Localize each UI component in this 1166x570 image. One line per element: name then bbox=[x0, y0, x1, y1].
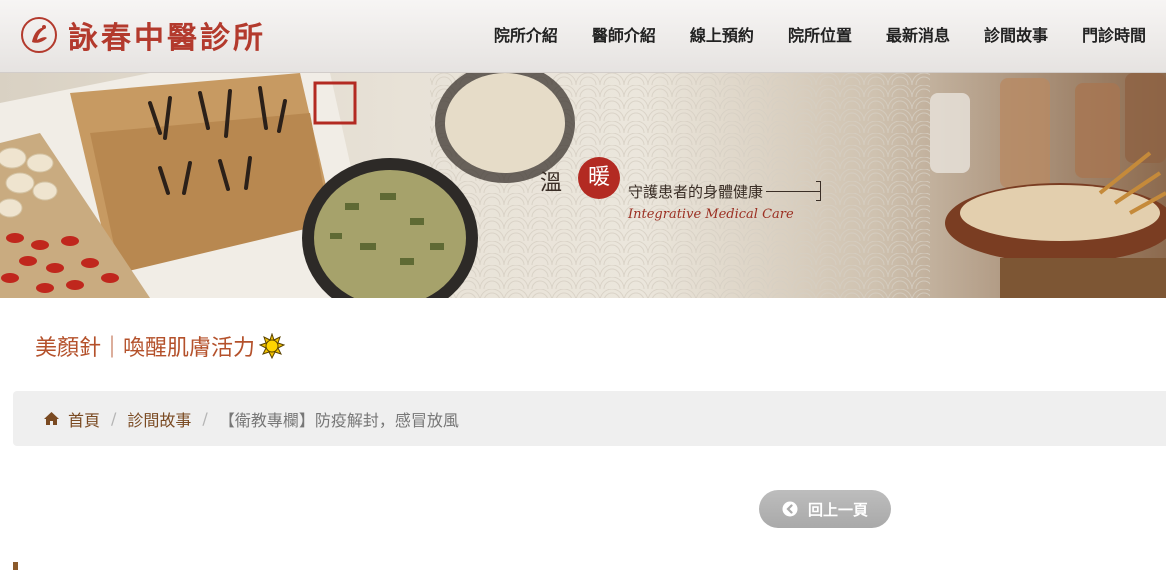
breadcrumb-separator: / bbox=[202, 409, 208, 428]
breadcrumb-home[interactable]: 首頁 bbox=[68, 407, 100, 431]
page-title-text: 美顏針｜喚醒肌膚活力 bbox=[35, 336, 256, 361]
breadcrumb-separator: / bbox=[111, 409, 117, 428]
slogan-bracket bbox=[816, 181, 821, 201]
content-accent-bar bbox=[13, 562, 18, 570]
breadcrumb-section[interactable]: 診間故事 bbox=[127, 407, 191, 431]
slogan-subtitle: 守護患者的身體健康 bbox=[628, 183, 764, 201]
nav-doctors[interactable]: 醫師介紹 bbox=[575, 22, 673, 46]
home-icon bbox=[44, 412, 59, 425]
chevron-left-circle-icon bbox=[782, 501, 798, 517]
nav-hours[interactable]: 門診時間 bbox=[1065, 22, 1166, 46]
site-logo[interactable]: 詠春中醫診所 bbox=[20, 12, 266, 58]
nav-location[interactable]: 院所位置 bbox=[771, 22, 869, 46]
slogan-main: 溫 bbox=[540, 171, 563, 196]
nav-about[interactable]: 院所介紹 bbox=[477, 22, 575, 46]
nav-booking[interactable]: 線上預約 bbox=[673, 22, 771, 46]
logo-emblem-icon bbox=[21, 17, 57, 53]
sun-emoji-icon bbox=[259, 333, 286, 359]
logo-text: 詠春中醫診所 bbox=[68, 21, 266, 56]
nav-stories[interactable]: 診間故事 bbox=[967, 22, 1065, 46]
nav-news[interactable]: 最新消息 bbox=[869, 22, 967, 46]
main-nav: 院所介紹 醫師介紹 線上預約 院所位置 最新消息 診間故事 門診時間 bbox=[477, 0, 1166, 68]
back-button[interactable]: 回上一頁 bbox=[759, 490, 891, 528]
breadcrumb: 首頁 / 診間故事 / 【衛教專欄】防疫解封，感冒放風 bbox=[13, 391, 1166, 446]
slogan-seal: 暖 bbox=[578, 157, 620, 199]
site-header: 詠春中醫診所 院所介紹 醫師介紹 線上預約 院所位置 最新消息 診間故事 門診時… bbox=[0, 0, 1166, 73]
breadcrumb-current: 【衛教專欄】防疫解封，感冒放風 bbox=[218, 410, 459, 430]
slogan-divider bbox=[766, 191, 821, 192]
slogan-english: Integrative Medical Care bbox=[628, 207, 794, 222]
hero-banner: 溫 暖 守護患者的身體健康 Integrative Medical Care bbox=[0, 73, 1166, 298]
back-button-label: 回上一頁 bbox=[807, 500, 868, 519]
page-title: 美顏針｜喚醒肌膚活力 bbox=[35, 330, 286, 362]
